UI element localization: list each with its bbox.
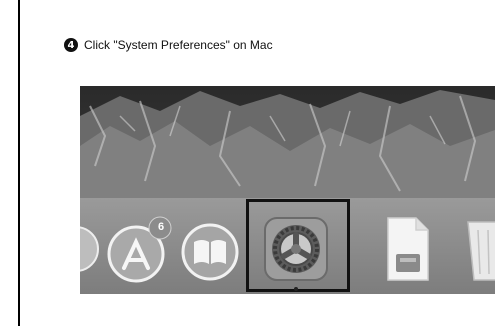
page-left-rule — [18, 0, 20, 326]
instruction-row: 4 Click "System Preferences" on Mac — [64, 38, 273, 52]
running-app-indicator — [294, 287, 298, 291]
app-store-badge: 6 — [157, 221, 165, 233]
mac-screenshot: 6 — [80, 86, 495, 294]
tutorial-page: 4 Click "System Preferences" on Mac 6 — [0, 0, 495, 326]
ibooks-icon[interactable] — [180, 220, 240, 284]
partial-app-icon[interactable] — [80, 224, 100, 274]
step-number-badge: 4 — [64, 38, 78, 52]
instruction-text: Click "System Preferences" on Mac — [84, 38, 273, 52]
preview-file-icon[interactable] — [382, 214, 434, 284]
system-preferences-highlight-box — [246, 199, 350, 292]
trash-icon[interactable] — [464, 214, 495, 286]
